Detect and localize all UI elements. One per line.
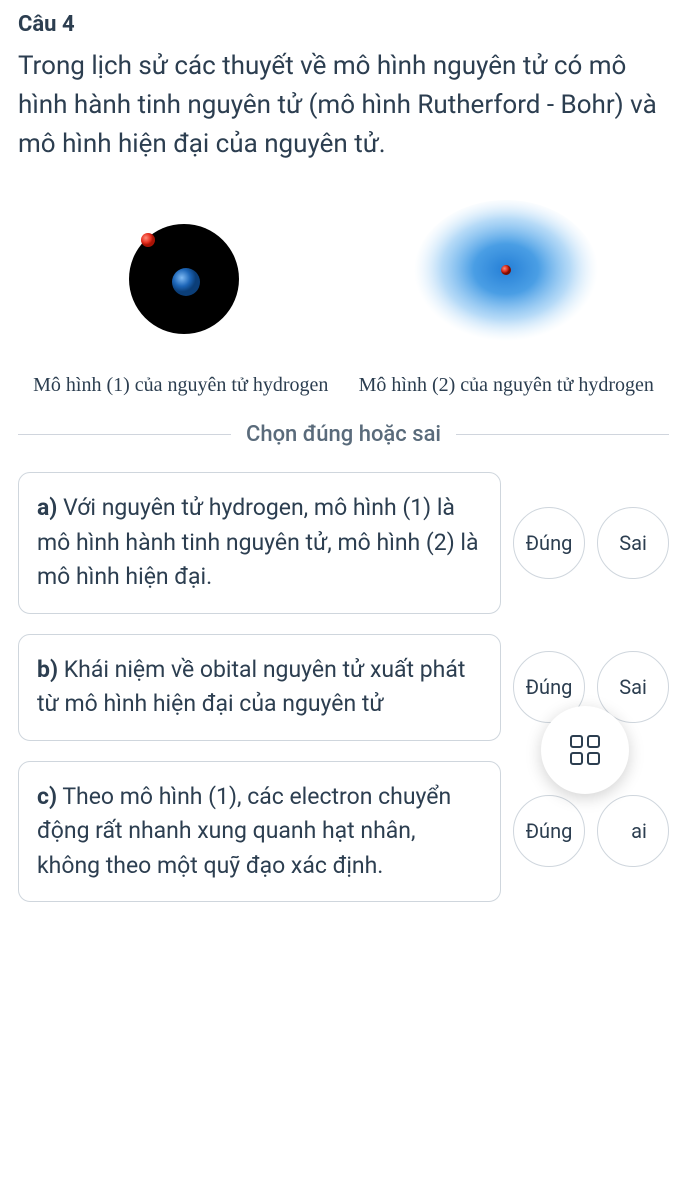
option-b-text: Khái niệm về obital nguyên tử xuất phát … [37,656,465,718]
instruction-divider: Chọn đúng hoặc sai [18,422,669,447]
option-c-false-partial: ai [631,819,647,843]
option-a-label: a) [37,494,57,521]
model-2-caption: Mô hình (2) của nguyên tử hydrogen [344,374,670,397]
grid-menu-button[interactable] [541,706,629,794]
option-a-text: Với nguyên tử hydrogen, mô hình (1) là m… [37,494,479,590]
model-1 [18,204,344,344]
option-a-true-button[interactable]: Đúng [513,507,585,579]
model-1-caption: Mô hình (1) của nguyên tử hydrogen [18,374,344,397]
divider-line-right [456,434,669,435]
divider-line-left [18,434,231,435]
option-c-text: Theo mô hình (1), các electron chuyển độ… [37,783,451,879]
models-row [18,184,669,364]
option-c-box: c) Theo mô hình (1), các electron chuyển… [18,761,501,903]
modern-model-icon [406,194,606,354]
model-2 [344,194,670,354]
option-a-false-button[interactable]: Sai [597,507,669,579]
option-b-label: b) [37,656,58,683]
option-c-true-button[interactable]: Đúng [513,795,585,867]
question-title: Câu 4 [18,12,669,37]
option-c-false-button[interactable]: Sai [597,795,669,867]
model-captions: Mô hình (1) của nguyên tử hydrogen Mô hì… [18,374,669,397]
option-b-box: b) Khái niệm về obital nguyên tử xuất ph… [18,634,501,741]
planetary-model-icon [106,204,256,344]
option-c-label: c) [37,783,57,810]
option-a-row: a) Với nguyên tử hydrogen, mô hình (1) l… [18,472,669,614]
question-text: Trong lịch sử các thuyết về mô hình nguy… [18,47,669,164]
instruction-text: Chọn đúng hoặc sai [231,422,456,447]
option-a-box: a) Với nguyên tử hydrogen, mô hình (1) l… [18,472,501,614]
grid-icon [570,735,600,765]
